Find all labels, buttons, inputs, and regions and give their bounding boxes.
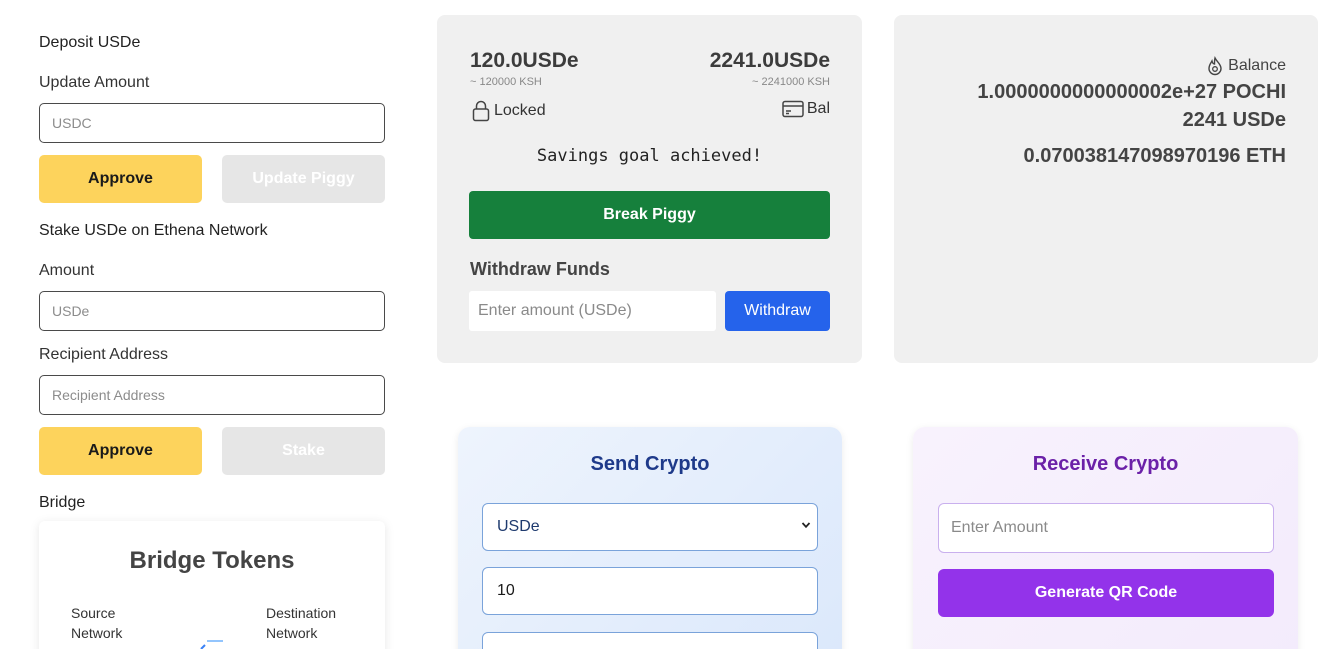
balance-header-label: Balance (1228, 57, 1286, 74)
send-crypto-title: Send Crypto (590, 453, 710, 475)
bridge-title: Bridge Tokens (129, 547, 295, 574)
eth-balance: 0.070038147098970196 ETH (1023, 145, 1286, 167)
recipient-address-input[interactable] (39, 375, 385, 415)
recipient-address-label: Recipient Address (39, 346, 168, 363)
update-piggy-button[interactable]: Update Piggy (222, 155, 385, 203)
deposit-title: Deposit USDe (39, 34, 141, 51)
send-crypto-card: Send Crypto USDe 10 (458, 427, 842, 649)
pochi-balance: 1.0000000000000002e+27 POCHI (977, 81, 1286, 103)
bridge-card: Bridge Tokens Source Network Destination… (39, 521, 385, 649)
send-amount-input[interactable]: 10 (482, 567, 818, 615)
receive-crypto-card: Receive Crypto Generate QR Code (913, 427, 1298, 649)
source-network-label: Source Network (71, 605, 123, 641)
balance-ksh: ~ 2241000 KSH (752, 76, 830, 88)
withdraw-amount-input[interactable] (469, 291, 716, 331)
update-amount-label: Update Amount (39, 74, 150, 91)
bridge-label: Bridge (39, 494, 86, 511)
token-select-value: USDe (497, 518, 540, 535)
piggy-card: 120.0USDe ~ 120000 KSH 2241.0USDe ~ 2241… (437, 15, 862, 363)
card-icon (782, 100, 804, 118)
balance-label: Bal (806, 100, 830, 117)
savings-goal-message: Savings goal achieved! (536, 146, 763, 166)
receive-amount-input[interactable] (938, 503, 1274, 553)
locked-status: Locked (471, 100, 546, 122)
send-amount-value: 10 (497, 582, 515, 599)
receive-crypto-title: Receive Crypto (1032, 453, 1179, 475)
locked-label: Locked (494, 102, 546, 119)
balance-card: Balance 1.0000000000000002e+27 POCHI 224… (894, 15, 1318, 363)
locked-amount: 120.0USDe (470, 49, 579, 72)
token-select[interactable]: USDe (482, 503, 818, 551)
break-piggy-button[interactable]: Break Piggy (469, 191, 830, 239)
check-icon (200, 640, 223, 649)
withdraw-title: Withdraw Funds (470, 259, 610, 279)
withdraw-button[interactable]: Withdraw (725, 291, 830, 331)
deposit-approve-button[interactable]: Approve (39, 155, 202, 203)
stake-amount-label: Amount (39, 262, 95, 279)
usdc-amount-input[interactable] (39, 103, 385, 143)
chevron-down-icon (801, 522, 811, 529)
stake-amount-input[interactable] (39, 291, 385, 331)
flame-icon (1208, 56, 1222, 76)
balance-status: Bal (782, 100, 830, 118)
stake-title: Stake USDe on Ethena Network (39, 222, 268, 239)
stake-button[interactable]: Stake (222, 427, 385, 475)
balance-header: Balance (1205, 56, 1286, 76)
stake-approve-button[interactable]: Approve (39, 427, 202, 475)
generate-qr-button[interactable]: Generate QR Code (938, 569, 1274, 617)
usde-balance: 2241 USDe (1182, 109, 1286, 131)
send-address-input[interactable] (482, 632, 818, 649)
balance-amount: 2241.0USDe (709, 49, 830, 72)
locked-ksh: ~ 120000 KSH (470, 76, 542, 88)
lock-icon (472, 100, 490, 122)
destination-network-label: Destination Network (266, 605, 337, 641)
